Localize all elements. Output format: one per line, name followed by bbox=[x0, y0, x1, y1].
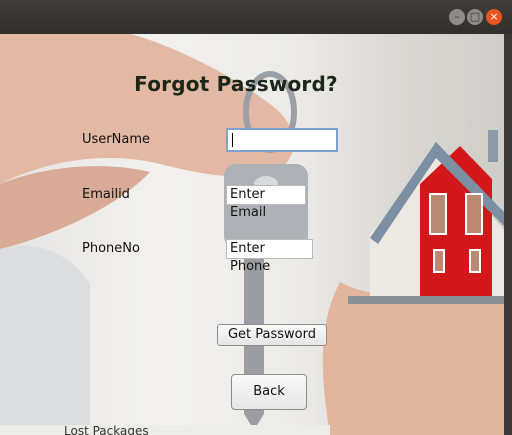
sleeve-shape bbox=[0, 245, 90, 435]
house-base-shape bbox=[348, 296, 504, 304]
username-field[interactable] bbox=[226, 128, 338, 152]
maximize-icon[interactable]: □ bbox=[467, 9, 483, 25]
window-edge bbox=[504, 34, 512, 435]
house-window bbox=[465, 193, 483, 235]
holding-hand-shape bbox=[322, 282, 504, 435]
background-item-label: Lost Packages bbox=[64, 425, 149, 435]
back-button[interactable]: Back bbox=[231, 374, 307, 410]
hand-shape bbox=[0, 34, 294, 184]
forgot-password-window: Forgot Password? UserName Emailid Enter … bbox=[0, 34, 504, 435]
house-window bbox=[429, 193, 447, 235]
text-caret bbox=[232, 133, 233, 147]
phone-field[interactable]: Enter Phone bbox=[226, 239, 313, 274]
thumb-shape bbox=[0, 166, 150, 249]
house-window bbox=[433, 249, 445, 273]
email-label: Emailid bbox=[82, 187, 130, 202]
close-icon[interactable]: × bbox=[486, 9, 502, 25]
window-titlebar: – □ × bbox=[0, 0, 512, 34]
minimize-icon[interactable]: – bbox=[449, 9, 465, 25]
house-window bbox=[469, 249, 481, 273]
phone-label: PhoneNo bbox=[82, 241, 140, 256]
background-window-peek bbox=[0, 425, 330, 435]
get-password-button[interactable]: Get Password bbox=[217, 324, 327, 346]
page-title: Forgot Password? bbox=[134, 72, 338, 96]
email-field[interactable]: Enter Email bbox=[226, 185, 306, 220]
chimney-shape bbox=[488, 130, 498, 162]
username-label: UserName bbox=[82, 132, 150, 147]
